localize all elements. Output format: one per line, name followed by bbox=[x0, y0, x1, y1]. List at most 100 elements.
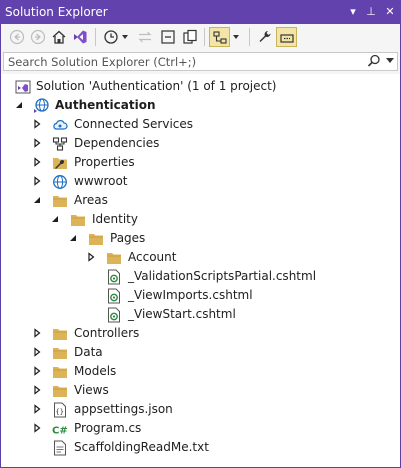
tree-item-controllers[interactable]: Controllers bbox=[1, 324, 400, 343]
folder-icon bbox=[53, 367, 67, 378]
chevron-down-icon bbox=[233, 35, 239, 39]
collapse-all-icon bbox=[161, 30, 175, 44]
tree-item-pages[interactable]: Pages bbox=[1, 229, 400, 248]
window-position-dropdown[interactable]: ▾ bbox=[346, 4, 360, 20]
toolbar-separator bbox=[249, 28, 250, 46]
collapsed-arrow-icon[interactable] bbox=[86, 252, 96, 262]
svg-text:C#: C# bbox=[52, 426, 68, 437]
tree-item-label: wwwroot bbox=[74, 174, 128, 188]
tree-item-account[interactable]: Account bbox=[1, 248, 400, 267]
close-button[interactable]: ✕ bbox=[383, 4, 397, 20]
tree-item-connected-services[interactable]: Connected Services bbox=[1, 115, 400, 134]
tree-item-label: Pages bbox=[110, 231, 146, 245]
tree-item-label: Connected Services bbox=[74, 117, 194, 131]
expanded-arrow-icon[interactable] bbox=[32, 195, 42, 205]
cloud-icon bbox=[53, 120, 68, 130]
preview-selected-items-button[interactable] bbox=[209, 27, 230, 47]
copy-files-icon bbox=[183, 29, 197, 44]
tree-item-label: Program.cs bbox=[74, 421, 142, 435]
tree-item-view-imports[interactable]: _ViewImports.cshtml bbox=[1, 286, 400, 305]
tree-item-label: Properties bbox=[74, 155, 135, 169]
collapsed-arrow-icon[interactable] bbox=[32, 328, 42, 338]
tree-item-appsettings[interactable]: {} appsettings.json bbox=[1, 400, 400, 419]
collapsed-arrow-icon[interactable] bbox=[32, 347, 42, 357]
search-box[interactable] bbox=[3, 52, 398, 71]
properties-folder-icon bbox=[53, 158, 67, 169]
collapsed-arrow-icon[interactable] bbox=[32, 176, 42, 186]
folder-icon bbox=[53, 386, 67, 397]
folder-icon bbox=[53, 196, 67, 207]
back-button[interactable] bbox=[7, 27, 27, 47]
toolbar-separator bbox=[204, 28, 205, 46]
tree-item-data[interactable]: Data bbox=[1, 343, 400, 362]
folder-icon bbox=[71, 215, 85, 226]
home-button[interactable] bbox=[49, 27, 69, 47]
collapsed-arrow-icon[interactable] bbox=[32, 157, 42, 167]
chevron-down-icon bbox=[122, 35, 128, 39]
tree-item-views[interactable]: Views bbox=[1, 381, 400, 400]
tree-item-label: Dependencies bbox=[74, 136, 160, 150]
tree-item-wwwroot[interactable]: wwwroot bbox=[1, 172, 400, 191]
forward-arrow-icon bbox=[30, 29, 46, 45]
tree-item-validation-scripts-partial[interactable]: _ValidationScriptsPartial.cshtml bbox=[1, 267, 400, 286]
collapsed-arrow-icon[interactable] bbox=[32, 404, 42, 414]
tree-item-label: appsettings.json bbox=[74, 402, 173, 416]
auto-hide-pin-button[interactable]: ⊥ bbox=[364, 4, 378, 20]
tree-item-project[interactable]: Authentication bbox=[1, 96, 400, 115]
home-icon bbox=[52, 30, 66, 44]
search-icon[interactable] bbox=[367, 54, 381, 68]
collapsed-arrow-icon[interactable] bbox=[32, 366, 42, 376]
wrench-icon bbox=[259, 31, 271, 42]
switch-views-button[interactable] bbox=[70, 27, 90, 47]
dependencies-icon bbox=[52, 137, 68, 151]
tree-item-scaffolding-readme[interactable]: ScaffoldingReadMe.txt bbox=[1, 438, 400, 457]
properties-button[interactable] bbox=[255, 27, 275, 47]
tree-item-dependencies[interactable]: Dependencies bbox=[1, 134, 400, 153]
svg-text:{}: {} bbox=[56, 408, 64, 416]
hierarchy-icon bbox=[213, 31, 227, 44]
collapsed-arrow-icon[interactable] bbox=[32, 385, 42, 395]
preview-button[interactable] bbox=[276, 27, 297, 47]
expanded-arrow-icon[interactable] bbox=[14, 100, 24, 110]
tree-item-label: Areas bbox=[74, 193, 108, 207]
folder-icon bbox=[53, 348, 67, 359]
json-file-icon: {} bbox=[54, 402, 66, 418]
forward-button[interactable] bbox=[28, 27, 48, 47]
collapsed-arrow-icon[interactable] bbox=[32, 119, 42, 129]
tree-item-view-start[interactable]: _ViewStart.cshtml bbox=[1, 305, 400, 324]
tree-item-label: Views bbox=[74, 383, 109, 397]
view-options-dropdown[interactable] bbox=[231, 27, 241, 47]
tree-item-properties[interactable]: Properties bbox=[1, 153, 400, 172]
preview-pane-icon bbox=[280, 34, 294, 43]
back-arrow-icon bbox=[9, 29, 25, 45]
expanded-arrow-icon[interactable] bbox=[68, 233, 78, 243]
sync-arrows-icon bbox=[138, 31, 152, 43]
tree-item-label: Data bbox=[74, 345, 103, 359]
tree-item-label: Authentication bbox=[55, 98, 156, 112]
collapsed-arrow-icon[interactable] bbox=[32, 138, 42, 148]
tree-item-identity[interactable]: Identity bbox=[1, 210, 400, 229]
folder-icon bbox=[53, 329, 67, 340]
expanded-arrow-icon[interactable] bbox=[50, 214, 60, 224]
tree-item-program[interactable]: C# Program.cs bbox=[1, 419, 400, 438]
tree-item-areas[interactable]: Areas bbox=[1, 191, 400, 210]
tree-item-label: Account bbox=[128, 250, 177, 264]
tree-item-models[interactable]: Models bbox=[1, 362, 400, 381]
search-input[interactable] bbox=[4, 53, 367, 70]
text-file-icon bbox=[54, 440, 66, 456]
toolbar bbox=[1, 24, 400, 50]
csharp-file-icon: C# bbox=[52, 426, 68, 437]
solution-explorer-panel: Solution 'Authentication' (1 of 1 projec… bbox=[1, 24, 400, 467]
collapsed-arrow-icon[interactable] bbox=[32, 423, 42, 433]
folder-icon bbox=[89, 234, 103, 245]
show-all-files-button[interactable] bbox=[180, 27, 200, 47]
sync-with-active-document-button[interactable] bbox=[135, 27, 155, 47]
tree-item-solution[interactable]: Solution 'Authentication' (1 of 1 projec… bbox=[1, 77, 400, 96]
solution-tree: Solution 'Authentication' (1 of 1 projec… bbox=[1, 74, 400, 467]
pending-changes-filter-button[interactable] bbox=[101, 27, 131, 47]
globe-icon bbox=[53, 175, 67, 189]
collapse-all-button[interactable] bbox=[158, 27, 178, 47]
razor-file-icon bbox=[108, 288, 120, 304]
chevron-down-icon[interactable] bbox=[386, 58, 394, 63]
tree-item-label: _ViewStart.cshtml bbox=[128, 307, 236, 321]
